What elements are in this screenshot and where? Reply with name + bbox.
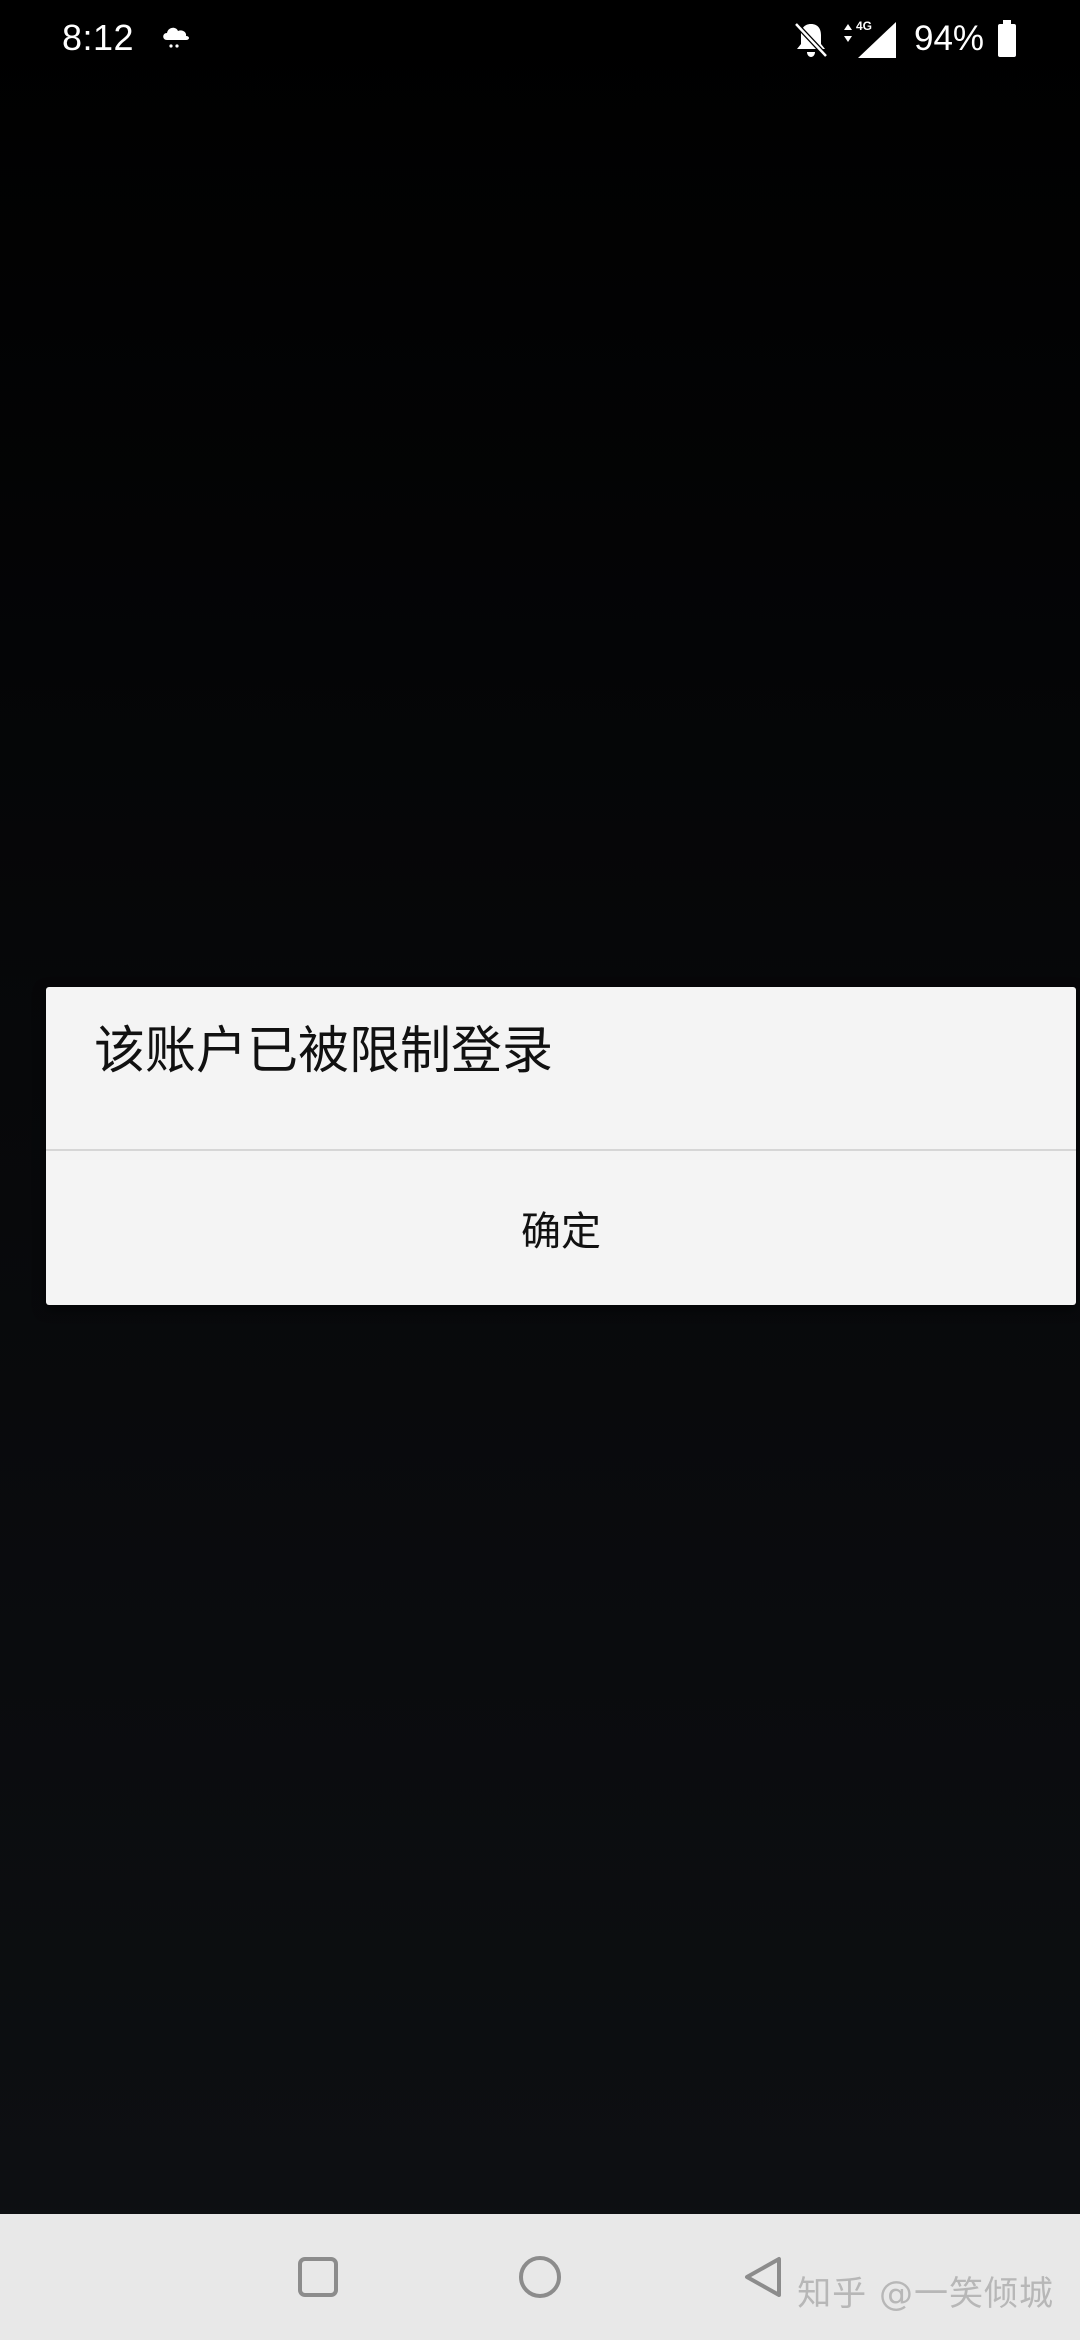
confirm-button[interactable]: 确定 [46,1151,1076,1305]
alert-dialog: 该账户已被限制登录 确定 [46,987,1076,1305]
bell-off-icon [792,20,830,60]
watermark-text: 知乎 @一笑倾城 [797,2274,1054,2314]
svg-text:4G: 4G [856,19,872,33]
dialog-message: 该账户已被限制登录 [94,1022,554,1081]
status-bar: 8:12 4G 94% [0,0,1080,80]
back-button[interactable] [730,2244,796,2310]
home-button[interactable] [507,2244,573,2310]
status-time: 8:12 [62,17,135,58]
battery-icon [996,20,1018,58]
cell-signal-icon: 4G [840,18,900,60]
square-recents-icon [298,2257,338,2297]
battery-percent: 94% [914,19,985,58]
cloud-rain-icon [158,20,194,56]
recents-button[interactable] [285,2244,351,2310]
triangle-back-icon [745,2257,781,2297]
circle-home-icon [519,2256,561,2298]
